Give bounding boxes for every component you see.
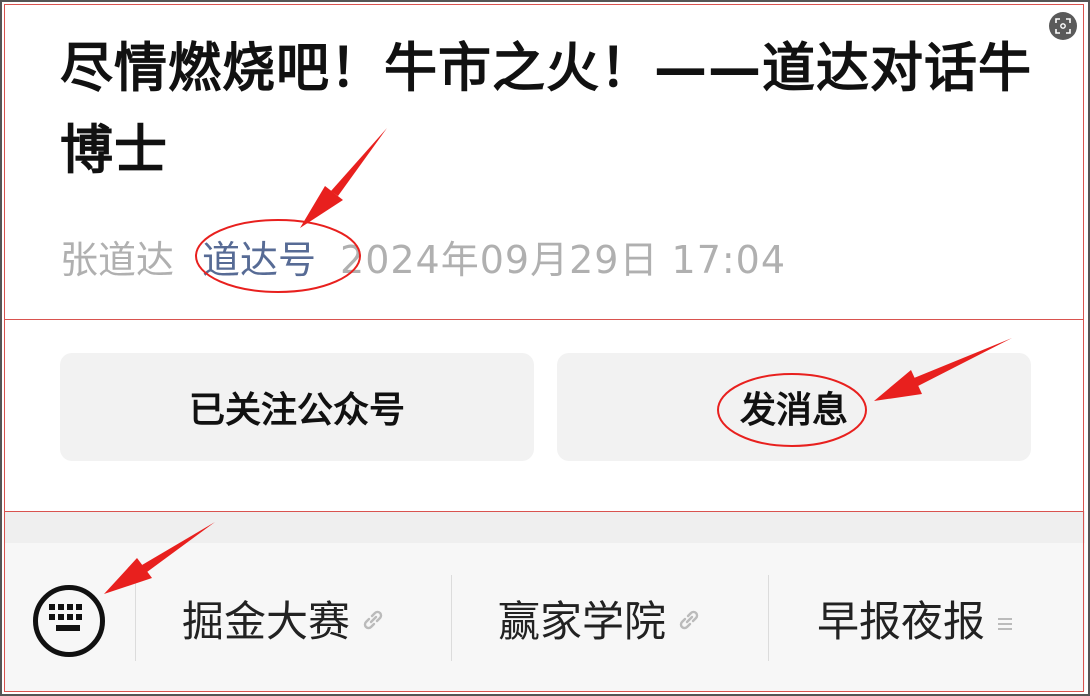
menu-item-label: 掘金大赛	[182, 596, 351, 646]
divider-band	[5, 511, 1085, 543]
publish-datetime: 2024年09月29日 17:04	[340, 237, 787, 282]
article-meta: 张道达 道达号 2024年09月29日 17:04	[60, 228, 786, 284]
link-icon	[360, 594, 386, 643]
menu-item-zaobao[interactable]: 早报夜报	[817, 573, 1015, 663]
menu-separator	[451, 575, 452, 661]
scan-icon[interactable]	[1049, 12, 1077, 40]
menu-item-juejin[interactable]: 掘金大赛	[182, 573, 386, 663]
list-icon	[995, 594, 1015, 643]
keyboard-icon[interactable]	[33, 585, 105, 657]
article-title: 尽情燃烧吧！牛市之火！——道达对话牛博士	[60, 38, 1032, 181]
account-name-link[interactable]: 道达号	[202, 229, 316, 284]
menu-item-label: 赢家学院	[498, 596, 667, 646]
menu-separator	[768, 575, 769, 661]
menu-item-yingjia[interactable]: 赢家学院	[498, 573, 702, 663]
followed-button[interactable]: 已关注公众号	[60, 353, 534, 461]
bottom-menu-bar: 掘金大赛 赢家学院 早报夜报	[5, 543, 1085, 691]
followed-button-label: 已关注公众号	[188, 390, 405, 431]
menu-item-label: 早报夜报	[817, 596, 986, 646]
send-message-button-label: 发消息	[739, 390, 848, 431]
annotation-arrow-account-head	[300, 186, 343, 228]
menu-separator	[135, 575, 136, 661]
author-name: 张道达	[60, 237, 175, 282]
send-message-button[interactable]: 发消息	[557, 353, 1031, 461]
link-icon	[676, 594, 702, 643]
